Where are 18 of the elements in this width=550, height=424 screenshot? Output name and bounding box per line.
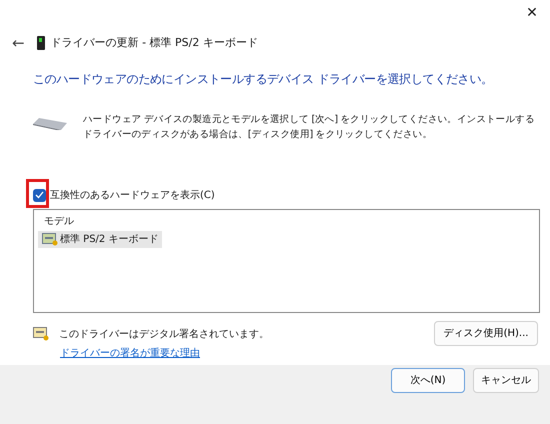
- close-button[interactable]: ✕: [518, 0, 546, 26]
- cancel-button[interactable]: キャンセル: [473, 368, 539, 393]
- disk-button[interactable]: ディスク使用(H)...: [434, 320, 538, 346]
- signature-link[interactable]: ドライバーの署名が重要な理由: [60, 346, 200, 361]
- checkbox[interactable]: [33, 188, 46, 202]
- window-title: ドライバーの更新 - 標準 PS/2 キーボード: [50, 34, 258, 51]
- column-header: モデル: [43, 214, 75, 229]
- back-button[interactable]: ←: [6, 36, 31, 50]
- list-item[interactable]: 標準 PS/2 キーボード: [38, 230, 162, 248]
- certificate-icon: [33, 327, 49, 342]
- signature-text: このドライバーはデジタル署名されています。: [59, 328, 269, 342]
- description-text: ハードウェア デバイスの製造元とモデルを選択して [次へ] をクリックしてください。インストールするドライバーのディスクがある場合は、[ディスク使用] をクリックしてください。: [83, 112, 536, 142]
- driver-icon: [42, 232, 58, 246]
- page-heading: このハードウェアのためにインストールするデバイス ドライバーを選択してください。: [33, 72, 494, 88]
- checkbox-label[interactable]: 互換性のあるハードウェアを表示(C): [50, 188, 215, 203]
- device-icon: [36, 36, 45, 50]
- next-button[interactable]: 次へ(N): [391, 368, 465, 393]
- keyboard-icon: [33, 118, 67, 130]
